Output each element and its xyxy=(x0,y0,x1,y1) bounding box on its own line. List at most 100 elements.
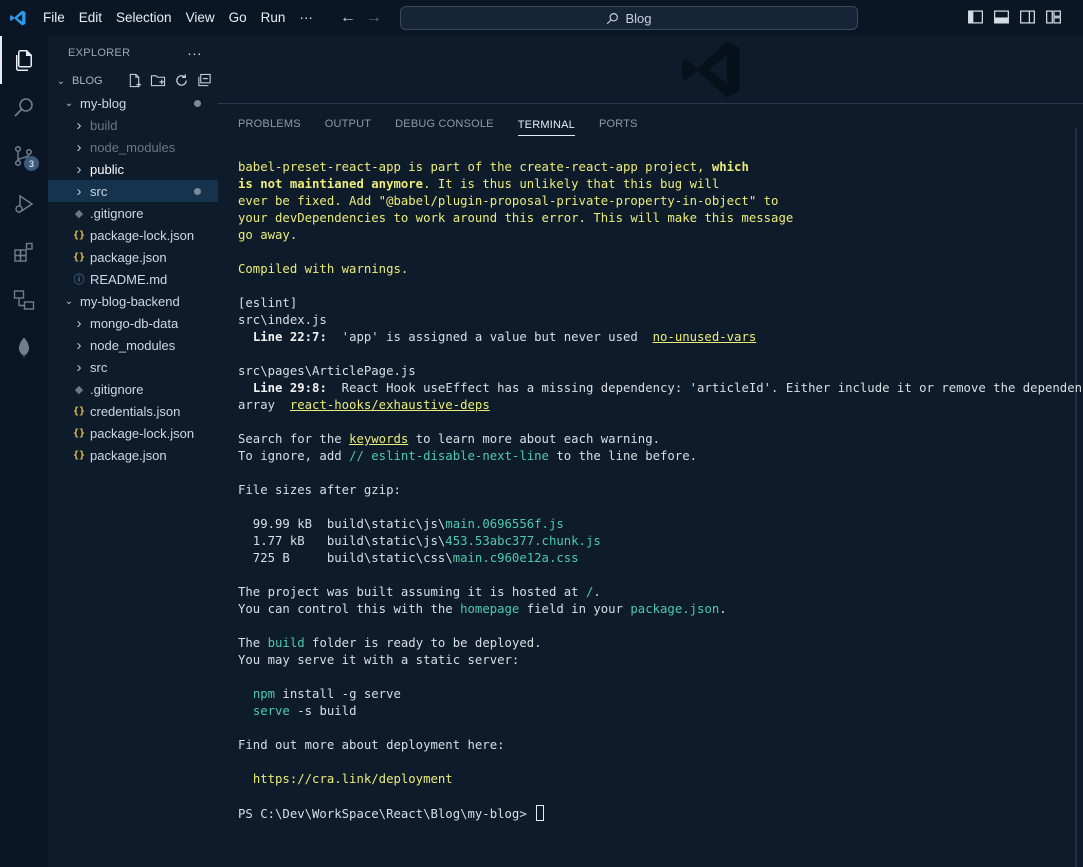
workspace-section-header[interactable]: ⌄ BLOG xyxy=(48,70,218,92)
terminal-line: serve -s build xyxy=(238,703,1068,720)
terminal-line: array react-hooks/exhaustive-deps xyxy=(238,397,1068,414)
tree-item-label: credentials.json xyxy=(90,403,181,419)
tree-file[interactable]: {} package.json xyxy=(48,246,218,268)
tree-folder[interactable]: › build xyxy=(48,114,218,136)
tree-file[interactable]: {} package-lock.json xyxy=(48,422,218,444)
toggle-primary-sidebar-icon[interactable] xyxy=(968,10,983,24)
tree-file[interactable]: ◆ .gitignore xyxy=(48,378,218,400)
editor-area xyxy=(218,36,1083,103)
tab-problems[interactable]: PROBLEMS xyxy=(238,104,301,144)
navigation-arrows: ← → xyxy=(340,9,382,27)
tree-item-label: package.json xyxy=(90,447,167,463)
new-folder-icon[interactable] xyxy=(150,73,166,88)
terminal-text: your devDependencies to work around this… xyxy=(238,211,794,225)
tree-folder[interactable]: ⌄ my-blog-backend xyxy=(48,290,218,312)
chevron-right-icon: › xyxy=(76,358,82,376)
customize-layout-icon[interactable] xyxy=(1046,10,1061,24)
menu-selection[interactable]: Selection xyxy=(109,0,179,36)
json-file-icon: {} xyxy=(72,251,86,263)
command-center-search[interactable]: Blog xyxy=(400,6,858,30)
tab-terminal[interactable]: TERMINAL xyxy=(517,114,575,136)
terminal-text: react-hooks/exhaustive-deps xyxy=(289,398,490,412)
terminal-output[interactable]: babel-preset-react-app is part of the cr… xyxy=(238,159,1083,823)
terminal-line: https://cra.link/deployment xyxy=(238,771,1068,788)
title-bar: File Edit Selection View Go Run ··· ← → … xyxy=(0,0,1083,36)
terminal-text: src\pages\ArticlePage.js xyxy=(238,364,416,378)
source-control-badge: 3 xyxy=(24,156,39,171)
terminal-line: To ignore, add // eslint-disable-next-li… xyxy=(238,448,1068,465)
new-file-icon[interactable] xyxy=(127,73,142,88)
explorer-icon[interactable] xyxy=(0,36,48,84)
search-view-icon[interactable] xyxy=(0,84,48,132)
terminal-prompt[interactable]: PS C:\Dev\WorkSpace\React\Blog\my-blog> xyxy=(238,805,1068,823)
terminal-text: File sizes after gzip: xyxy=(238,483,401,497)
tree-folder[interactable]: › mongo-db-data xyxy=(48,312,218,334)
tree-file[interactable]: {} credentials.json xyxy=(48,400,218,422)
forward-arrow-icon[interactable]: → xyxy=(366,9,382,27)
tree-file[interactable]: ◆ .gitignore xyxy=(48,202,218,224)
tree-file[interactable]: {} package-lock.json xyxy=(48,224,218,246)
menu-view[interactable]: View xyxy=(179,0,222,36)
back-arrow-icon[interactable]: ← xyxy=(340,9,356,27)
menu-file[interactable]: File xyxy=(36,0,72,36)
menu-edit[interactable]: Edit xyxy=(72,0,109,36)
terminal-text: . xyxy=(719,602,727,616)
tree-folder[interactable]: › src xyxy=(48,180,218,202)
tree-folder[interactable]: › node_modules xyxy=(48,136,218,158)
tree-folder[interactable]: › node_modules xyxy=(48,334,218,356)
explorer-toolbar xyxy=(127,73,212,88)
extensions-icon[interactable] xyxy=(0,228,48,276)
search-icon xyxy=(607,12,619,24)
menu-more[interactable]: ··· xyxy=(292,0,320,36)
remote-explorer-icon[interactable] xyxy=(0,276,48,324)
terminal-line: is not maintianed anymore. It is thus un… xyxy=(238,176,1068,193)
tab-ports[interactable]: PORTS xyxy=(599,104,638,144)
chevron-right-icon: › xyxy=(76,138,82,156)
terminal-text: folder is ready to be deployed. xyxy=(304,636,542,650)
info-file-icon: ⓘ xyxy=(73,274,85,286)
terminal-line: babel-preset-react-app is part of the cr… xyxy=(238,159,1068,176)
source-control-icon[interactable] xyxy=(0,132,48,180)
chevron-right-icon: › xyxy=(76,336,82,354)
vscode-logo-icon xyxy=(0,0,36,36)
modified-dot-icon xyxy=(194,188,201,195)
explorer-more-actions[interactable]: ··· xyxy=(187,45,202,61)
mongodb-leaf-icon[interactable] xyxy=(0,324,48,372)
git-file-icon: ◆ xyxy=(74,383,84,396)
menu-go[interactable]: Go xyxy=(222,0,254,36)
toggle-secondary-sidebar-icon[interactable] xyxy=(1020,10,1035,24)
tab-debug-console[interactable]: DEBUG CONSOLE xyxy=(395,104,494,144)
terminal-text: Line 29:8: xyxy=(252,381,327,395)
terminal-text: Compiled with warnings. xyxy=(238,262,409,276)
terminal-text: go away. xyxy=(238,228,298,242)
tree-file[interactable]: ⓘ README.md xyxy=(48,268,218,290)
terminal-text: keywords xyxy=(349,432,409,446)
json-file-icon: {} xyxy=(72,405,86,417)
tree-item-label: .gitignore xyxy=(90,205,144,221)
tree-folder[interactable]: › public xyxy=(48,158,218,180)
terminal-line: Line 22:7: 'app' is assigned a value but… xyxy=(238,329,1068,346)
tab-output[interactable]: OUTPUT xyxy=(325,104,371,144)
collapse-all-icon[interactable] xyxy=(197,73,212,88)
terminal-text: // eslint-disable-next-line xyxy=(349,449,549,463)
workspace-name: BLOG xyxy=(72,75,103,87)
run-debug-icon[interactable] xyxy=(0,180,48,228)
tree-folder[interactable]: › src xyxy=(48,356,218,378)
terminal-text: package.json xyxy=(630,602,720,616)
tree-item-label: src xyxy=(90,183,108,199)
terminal-text: main.c960e12a.css xyxy=(452,551,579,565)
terminal-text: To ignore, add xyxy=(238,449,350,463)
menu-run[interactable]: Run xyxy=(254,0,293,36)
command-center-label: Blog xyxy=(625,10,652,26)
tree-folder[interactable]: ⌄ my-blog xyxy=(48,92,218,114)
toggle-panel-icon[interactable] xyxy=(994,10,1009,24)
tree-item-label: node_modules xyxy=(90,337,176,353)
tree-item-label: README.md xyxy=(90,271,168,287)
terminal-text: Line 22:7: xyxy=(252,330,327,344)
terminal-scrollbar[interactable] xyxy=(1075,128,1077,867)
tree-file[interactable]: {} package.json xyxy=(48,444,218,466)
refresh-icon[interactable] xyxy=(174,73,189,88)
